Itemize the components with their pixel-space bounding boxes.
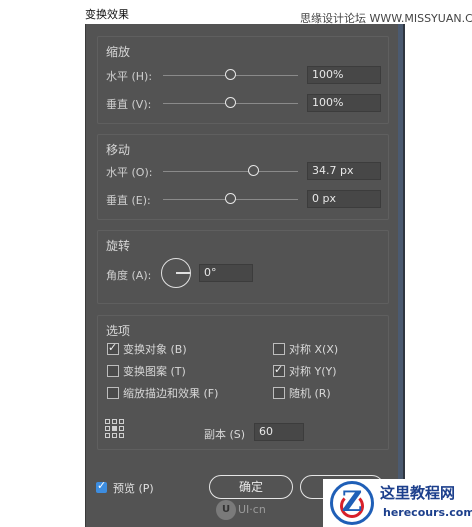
site-url: herecours.com [383, 506, 472, 519]
scale-horizontal-input[interactable]: 100% [307, 66, 381, 84]
scale-group-title: 缩放 [106, 45, 131, 59]
ref-point-selected[interactable] [112, 426, 117, 431]
site-name: 这里教程网 [380, 484, 456, 502]
move-vertical-input[interactable]: 0 px [307, 190, 381, 208]
scale-strokes-effects-checkbox[interactable] [107, 387, 119, 399]
copies-label: 副本 (S) [204, 428, 246, 441]
screenshot-canvas: 变换效果 思缘设计论坛 WWW.MISSYUAN.COM 缩放 水平 (H): … [0, 0, 472, 527]
transform-patterns-label[interactable]: 变换图案 (T) [123, 363, 186, 379]
move-horizontal-slider[interactable] [163, 171, 298, 172]
ref-point[interactable] [105, 426, 110, 431]
site-logo-letter: Z [341, 485, 363, 518]
scale-vertical-slider-thumb[interactable] [225, 97, 236, 108]
options-group: 选项 变换对象 (B) 对称 X(X) 变换图案 (T) 对称 Y(Y) 缩放描… [97, 315, 389, 450]
ok-button[interactable]: 确定 [209, 475, 293, 499]
rotate-group: 旋转 角度 (A): 0° [97, 230, 389, 304]
move-group: 移动 水平 (O): 34.7 px 垂直 (E): 0 px [97, 134, 389, 220]
move-vertical-slider-thumb[interactable] [225, 193, 236, 204]
move-horizontal-label: 水平 (O): [106, 166, 153, 179]
move-vertical-label: 垂直 (E): [106, 194, 151, 207]
site-watermark-stamp: Z 这里教程网 herecours.com [323, 479, 472, 527]
ref-point[interactable] [119, 433, 124, 438]
move-horizontal-slider-thumb[interactable] [248, 165, 259, 176]
move-group-title: 移动 [106, 143, 131, 157]
transform-patterns-checkbox[interactable] [107, 365, 119, 377]
ref-point[interactable] [112, 419, 117, 424]
ref-point[interactable] [105, 433, 110, 438]
reflect-x-checkbox[interactable] [273, 343, 285, 355]
rotate-group-title: 旋转 [106, 239, 131, 253]
transform-effect-dialog: 缩放 水平 (H): 100% 垂直 (V): 100% 移动 水平 (O): … [85, 24, 399, 527]
copies-input[interactable]: 60 [254, 423, 304, 441]
scale-vertical-input[interactable]: 100% [307, 94, 381, 112]
transform-objects-label[interactable]: 变换对象 (B) [123, 341, 187, 357]
preview-checkbox[interactable] [96, 479, 107, 493]
random-checkbox[interactable] [273, 387, 285, 399]
scale-group: 缩放 水平 (H): 100% 垂直 (V): 100% [97, 36, 389, 124]
rotate-angle-label: 角度 (A): [106, 269, 152, 282]
reflect-y-checkbox[interactable] [273, 363, 285, 377]
scale-strokes-effects-label[interactable]: 缩放描边和效果 (F) [123, 385, 218, 401]
ref-point[interactable] [105, 419, 110, 424]
ui-cn-logo-text: UI·cn [238, 503, 266, 516]
reference-point-grid-icon[interactable] [105, 419, 124, 438]
ref-point[interactable] [112, 433, 117, 438]
angle-dial-icon[interactable] [161, 258, 191, 288]
preview-label[interactable]: 预览 (P) [113, 480, 154, 496]
reflect-y-label[interactable]: 对称 Y(Y) [289, 363, 337, 379]
scale-horizontal-label: 水平 (H): [106, 70, 153, 83]
move-horizontal-input[interactable]: 34.7 px [307, 162, 381, 180]
scale-vertical-label: 垂直 (V): [106, 98, 152, 111]
angle-dial-needle [176, 272, 190, 274]
site-logo-icon: Z [330, 481, 374, 525]
ui-cn-logo-icon: U [216, 500, 236, 520]
scale-horizontal-slider-thumb[interactable] [225, 69, 236, 80]
transform-objects-checkbox[interactable] [107, 341, 119, 355]
ref-point[interactable] [119, 419, 124, 424]
options-group-title: 选项 [106, 324, 131, 338]
ref-point[interactable] [119, 426, 124, 431]
random-label[interactable]: 随机 (R) [289, 385, 331, 401]
dialog-title: 变换效果 [85, 8, 129, 21]
rotate-angle-input[interactable]: 0° [199, 264, 253, 282]
reflect-x-label[interactable]: 对称 X(X) [289, 341, 338, 357]
window-edge-shadow [403, 24, 405, 527]
